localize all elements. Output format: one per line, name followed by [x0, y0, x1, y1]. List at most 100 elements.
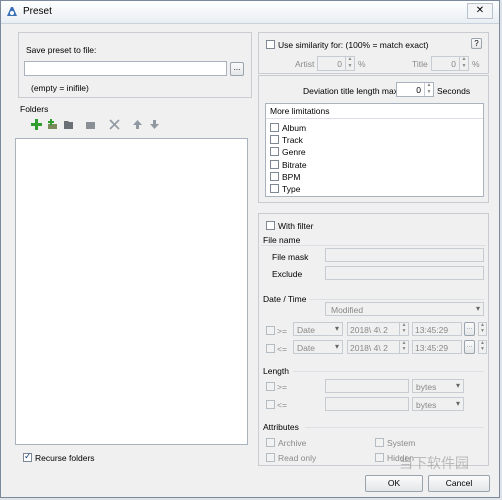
date-to-kind-select[interactable]: Date [293, 340, 343, 354]
date-from-kind-select[interactable]: Date [293, 322, 343, 336]
album-label: Album [282, 123, 307, 133]
artist-spinbox[interactable]: 0 ▲ ▼ [317, 56, 355, 71]
date-to-date[interactable]: 2018\ 4\ 2 ▲ ▼ [347, 340, 409, 354]
file-mask-input[interactable] [325, 248, 484, 262]
length-min-input[interactable] [325, 379, 409, 393]
length-min-op: >= [277, 382, 287, 392]
add-subfolder-icon[interactable] [47, 119, 58, 130]
artist-percent: % [358, 59, 366, 69]
date-to-op: <= [277, 344, 287, 354]
album-checkbox[interactable] [270, 123, 279, 132]
length-header: Length [263, 366, 289, 376]
window-title: Preset [23, 6, 52, 17]
deviation-spinner[interactable]: ▲ ▼ [424, 83, 433, 96]
with-filter-label: With filter [278, 221, 314, 231]
length-max-input[interactable] [325, 397, 409, 411]
app-icon [7, 7, 17, 16]
date-from-time[interactable]: 13:45:29 [412, 322, 462, 336]
recurse-folders-label: Recurse folders [35, 453, 95, 463]
delete-icon[interactable] [109, 119, 120, 130]
system-checkbox[interactable] [375, 438, 384, 447]
length-min-checkbox[interactable] [266, 382, 275, 391]
hidden-checkbox[interactable] [375, 453, 384, 462]
similarity-panel: Use similarity for: (100% = match exact)… [258, 32, 489, 74]
folders-label: Folders [20, 104, 49, 114]
add-folder-icon[interactable] [31, 119, 42, 130]
length-max-op: <= [277, 400, 287, 410]
deviation-spinbox[interactable]: 0 ▲ ▼ [396, 82, 434, 97]
length-max-unit: bytes [416, 400, 437, 410]
deviation-value: 0 [416, 85, 421, 95]
save-preset-hint: (empty = inifile) [31, 83, 89, 93]
cancel-button[interactable]: Cancel [428, 475, 490, 492]
length-max-unit-select[interactable]: bytes [412, 397, 464, 411]
deviation-unit: Seconds [437, 86, 471, 96]
title-bar: Preset ✕ [1, 1, 499, 24]
readonly-label: Read only [278, 453, 317, 463]
move-up-icon[interactable] [132, 119, 143, 130]
datetime-mode-select[interactable]: Modified [325, 302, 484, 316]
save-preset-panel: Save preset to file: ... (empty = inifil… [18, 32, 252, 98]
folder-icon[interactable] [63, 119, 74, 130]
file-name-header: File name [263, 235, 301, 245]
readonly-checkbox[interactable] [266, 453, 275, 462]
filter-panel: With filter File name File mask Exclude … [258, 213, 489, 466]
edit-folder-icon[interactable] [85, 119, 96, 130]
datetime-header: Date / Time [263, 294, 307, 304]
watermark-text: 当下软件园 [399, 455, 469, 471]
date-from-op: >= [277, 326, 287, 336]
date-to-time[interactable]: 13:45:29 [412, 340, 462, 354]
with-filter-checkbox[interactable] [266, 221, 275, 230]
folder-list[interactable] [15, 138, 248, 445]
type-label: Type [282, 184, 301, 194]
recurse-folders-checkbox[interactable] [23, 451, 32, 462]
title-spinner[interactable]: ▲ ▼ [459, 57, 468, 70]
track-label: Track [282, 135, 303, 145]
browse-button[interactable]: ... [230, 62, 244, 76]
title-value: 0 [451, 59, 456, 69]
save-preset-label: Save preset to file: [26, 45, 97, 55]
move-down-icon[interactable] [149, 119, 160, 130]
genre-checkbox[interactable] [270, 147, 279, 156]
date-to-outer-spinner[interactable]: ▲ ▼ [478, 340, 487, 354]
date-to-checkbox[interactable] [266, 344, 275, 353]
similarity-label: Use similarity for: (100% = match exact) [278, 40, 429, 50]
track-checkbox[interactable] [270, 135, 279, 144]
genre-label: Genre [282, 147, 306, 157]
title-spinbox[interactable]: 0 ▲ ▼ [431, 56, 469, 71]
folders-toolbar [31, 118, 161, 132]
archive-label: Archive [278, 438, 307, 448]
length-max-checkbox[interactable] [266, 400, 275, 409]
bpm-checkbox[interactable] [270, 172, 279, 181]
artist-spinner[interactable]: ▲ ▼ [345, 57, 354, 70]
date-from-date[interactable]: 2018\ 4\ 2 ▲ ▼ [347, 322, 409, 336]
help-button[interactable]: ? [471, 38, 482, 49]
save-preset-input[interactable] [24, 61, 227, 76]
date-to-date-spinner[interactable]: ▲ ▼ [399, 341, 408, 353]
bitrate-checkbox[interactable] [270, 160, 279, 169]
file-mask-label: File mask [272, 252, 309, 262]
similarity-checkbox[interactable] [266, 40, 275, 49]
deviation-label: Deviation title length max. [303, 86, 401, 96]
date-to-time-value: 13:45:29 [415, 343, 449, 353]
length-min-unit-select[interactable]: bytes [412, 379, 464, 393]
date-from-pick-button[interactable]: ... [464, 322, 475, 336]
date-from-date-spinner[interactable]: ▲ ▼ [399, 323, 408, 335]
date-from-checkbox[interactable] [266, 326, 275, 335]
more-limitations-list: More limitations Album Track Genre Bitra… [265, 103, 484, 197]
date-to-pick-button[interactable]: ... [464, 340, 475, 354]
date-from-date-value: 2018\ 4\ 2 [350, 325, 388, 335]
date-to-kind-value: Date [297, 343, 315, 353]
date-from-kind-value: Date [297, 325, 315, 335]
ok-button[interactable]: OK [365, 475, 423, 492]
type-checkbox[interactable] [270, 184, 279, 193]
attributes-header: Attributes [263, 422, 299, 432]
artist-value: 0 [337, 59, 342, 69]
close-button[interactable]: ✕ [467, 3, 493, 19]
artist-label: Artist [295, 59, 315, 69]
date-from-outer-spinner[interactable]: ▲ ▼ [478, 322, 487, 336]
exclude-input[interactable] [325, 266, 484, 280]
archive-checkbox[interactable] [266, 438, 275, 447]
length-min-unit: bytes [416, 382, 437, 392]
title-label: Title [412, 59, 428, 69]
